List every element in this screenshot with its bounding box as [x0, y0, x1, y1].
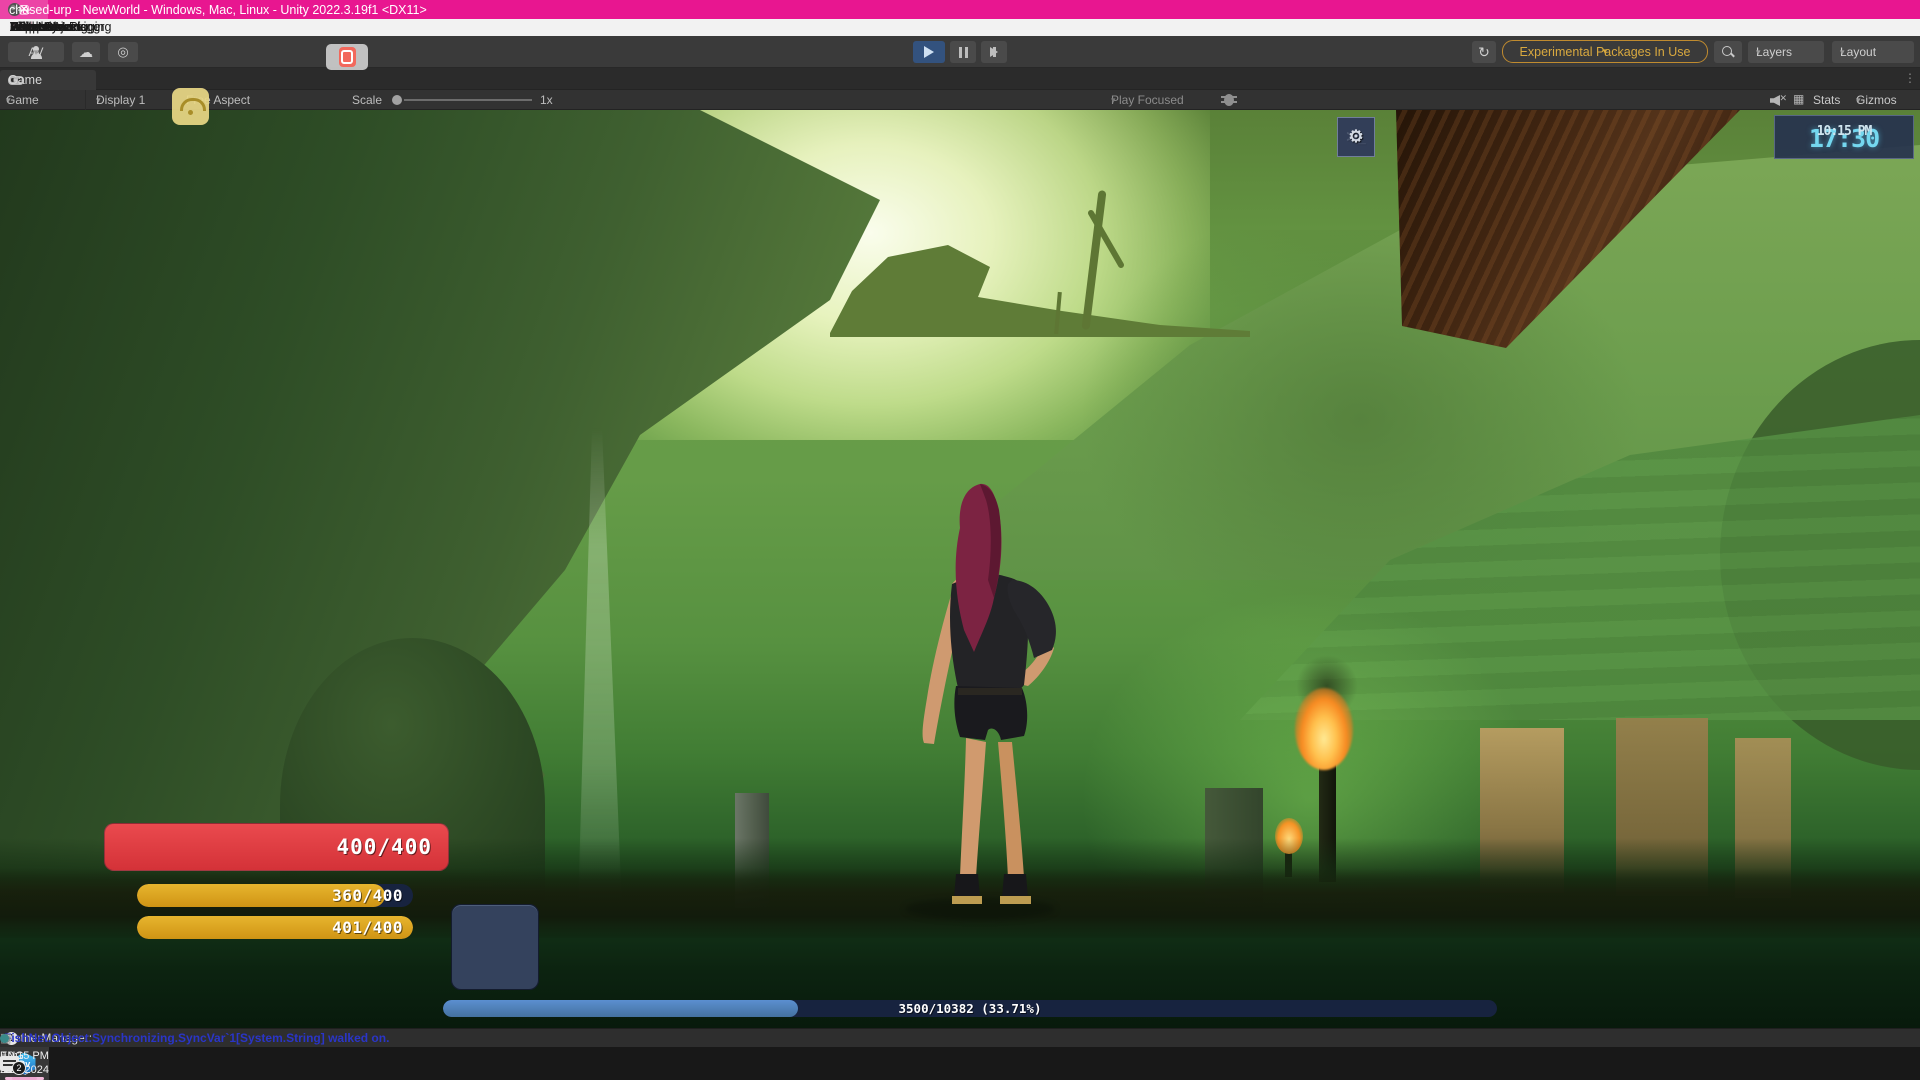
gizmos-dropdown[interactable]: Gizmos▾ — [1850, 90, 1916, 110]
play-icon — [924, 46, 934, 58]
menu-bar: File Edit Assets GameObject Component Se… — [0, 19, 1920, 36]
search-button[interactable] — [1714, 41, 1742, 63]
game-view-dropdown[interactable]: Game▾ — [0, 90, 86, 110]
experimental-packages-button[interactable]: Experimental Packages In Use ▾ — [1502, 40, 1708, 63]
chevron-down-icon: ▾ — [34, 47, 39, 58]
mana-bar: 360/400 — [137, 884, 413, 907]
system-tray: ∧ ENG US 10:15 PM 2/20/2024 2 — [0, 1047, 12, 1080]
unity-editor-window: chased-urp - NewWorld - Windows, Mac, Li… — [0, 0, 1920, 1080]
real-time: 10:15 PM — [1817, 124, 1872, 139]
game-clock: 17:30 10:15 PM — [1774, 115, 1914, 159]
chevron-down-icon: ▾ — [6, 95, 11, 106]
xp-bar: 3500/10382 (33.71%) — [443, 1000, 1497, 1017]
layout-dropdown[interactable]: Layout ▾ — [1832, 41, 1914, 63]
layers-label: Layers — [1756, 45, 1792, 59]
stats-toggle[interactable]: Stats — [1813, 93, 1840, 107]
version-control-icon: ◎ — [117, 44, 128, 60]
pause-icon — [959, 47, 968, 58]
pause-button[interactable] — [950, 41, 976, 63]
status-bar[interactable]: ! AetherManager: FishNet.Object.Synchron… — [0, 1028, 1920, 1047]
display-dropdown[interactable]: Display 1▾ — [90, 90, 176, 110]
notification-badge: 2 — [12, 1061, 26, 1075]
gear-icon: ⚙ — [1348, 127, 1363, 147]
collab-status-dot — [0, 1034, 9, 1043]
mute-audio-icon[interactable] — [1770, 94, 1787, 107]
drag-ghost-asset-icon — [326, 44, 368, 70]
drag-ghost-wifi-icon — [172, 88, 209, 125]
hotbar-slot[interactable] — [451, 904, 539, 990]
hotbar — [451, 904, 1489, 990]
scale-label: Scale — [352, 93, 382, 107]
title-bar: chased-urp - NewWorld - Windows, Mac, Li… — [0, 0, 1920, 19]
player-character — [900, 480, 1090, 910]
torch-flame — [1295, 688, 1353, 770]
game-view-toolbar: Game▾ Display 1▾ Free Aspect▾ Scale 1x P… — [0, 90, 1920, 110]
tab-options-icon[interactable]: ⋮ — [1904, 71, 1916, 85]
chevron-down-icon: ▾ — [1840, 47, 1845, 58]
history-icon: ↻ — [1478, 44, 1490, 61]
health-value: 400/400 — [336, 835, 432, 859]
cloud-icon: ☁ — [79, 44, 93, 61]
window-title: chased-urp - NewWorld - Windows, Mac, Li… — [9, 3, 427, 17]
stamina-bar: 401/400 — [137, 916, 413, 939]
scale-slider-track[interactable] — [404, 99, 532, 101]
settings-button[interactable]: ⚙ — [1337, 117, 1375, 157]
main-toolbar: AV ▾ ☁ ◎ ↻ Experimental Packages In Use … — [0, 36, 1920, 68]
mana-value: 360/400 — [332, 886, 403, 905]
chevron-down-icon: ▾ — [96, 95, 101, 106]
windows-taskbar: 32 V ∧ ENG US 10:15 PM 2/20/2024 — [0, 1047, 1920, 1080]
play-button[interactable] — [913, 41, 945, 63]
game-tab-label: Game — [8, 73, 42, 87]
undo-history-button[interactable]: ↻ — [1472, 41, 1496, 63]
play-focused-dropdown[interactable]: Play Focused▾ — [1105, 90, 1193, 110]
tab-game[interactable]: Game — [0, 70, 96, 90]
vsync-bug-icon[interactable] — [1224, 94, 1234, 106]
scale-value: 1x — [540, 93, 553, 107]
chevron-down-icon: ▾ — [1111, 95, 1116, 106]
status-message: FishNet.Object.Synchronizing.SyncVar`1[S… — [4, 1031, 389, 1045]
cloud-button[interactable]: ☁ — [72, 42, 100, 62]
scale-slider-knob[interactable] — [392, 95, 402, 105]
version-control-button[interactable]: ◎ — [108, 42, 138, 62]
tab-strip: Game ⋮ — [0, 68, 1920, 90]
health-bar: 400/400 — [104, 823, 449, 871]
chevron-down-icon: ▾ — [1603, 46, 1608, 57]
game-viewport[interactable]: ♟ ▦ ☰ ♞ ? ★ ⚐ >_ ⚙ 17:30 10:15 PM 400/40… — [0, 110, 1920, 1028]
xp-value: 3500/10382 (33.71%) — [443, 1001, 1497, 1016]
layout-label: Layout — [1840, 45, 1876, 59]
close-button[interactable]: ✕ — [0, 0, 48, 19]
step-button[interactable] — [981, 41, 1007, 63]
stamina-value: 401/400 — [332, 918, 403, 937]
chevron-down-icon: ▾ — [1756, 47, 1761, 58]
notification-center-icon[interactable]: 2 — [0, 1056, 19, 1071]
layers-dropdown[interactable]: Layers ▾ — [1748, 41, 1824, 63]
search-icon — [1721, 45, 1735, 59]
account-dropdown[interactable]: AV ▾ — [8, 42, 64, 62]
menu-help[interactable]: Help — [0, 19, 46, 36]
grid-icon[interactable]: ▦ — [1793, 92, 1804, 106]
chevron-down-icon: ▾ — [1856, 95, 1861, 106]
